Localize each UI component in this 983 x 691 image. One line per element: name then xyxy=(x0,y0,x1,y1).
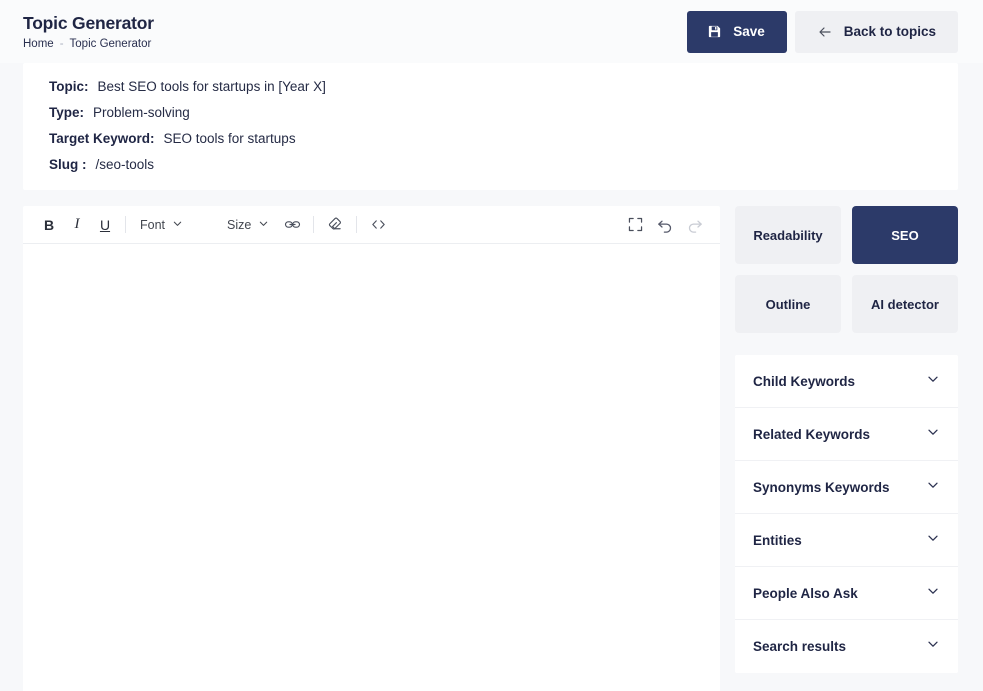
tab-outline[interactable]: Outline xyxy=(735,275,841,333)
breadcrumb-separator: - xyxy=(59,37,64,50)
meta-value: Problem-solving xyxy=(93,105,190,120)
chevron-down-icon xyxy=(172,218,183,232)
seo-accordion: Child Keywords Related Keywords Synonyms… xyxy=(735,355,958,673)
code-brackets-icon[interactable] xyxy=(363,211,393,239)
meta-row-topic: Topic: Best SEO tools for startups in [Y… xyxy=(49,79,958,94)
title-block: Topic Generator Home - Topic Generator xyxy=(23,13,154,50)
font-dropdown-label: Font xyxy=(140,217,166,232)
back-to-topics-label: Back to topics xyxy=(843,24,936,39)
editor-content-area[interactable] xyxy=(23,244,720,691)
italic-button[interactable]: I xyxy=(63,211,91,239)
meta-row-target-keyword: Target Keyword: SEO tools for startups xyxy=(49,131,958,146)
accordion-label: People Also Ask xyxy=(753,585,858,601)
page-header: Topic Generator Home - Topic Generator S… xyxy=(0,0,983,63)
meta-label: Topic: xyxy=(49,79,89,94)
link-icon[interactable] xyxy=(277,211,307,239)
accordion-item-entities[interactable]: Entities xyxy=(735,514,958,567)
toolbar-divider xyxy=(125,216,126,233)
toolbar-divider xyxy=(313,216,315,233)
toolbar-divider xyxy=(356,216,358,233)
editor-toolbar: B I U Font Size xyxy=(23,206,720,244)
analysis-tabs: Readability SEO Outline AI detector xyxy=(735,206,958,333)
rich-text-editor-card: B I U Font Size xyxy=(23,206,720,691)
tab-readability[interactable]: Readability xyxy=(735,206,841,264)
eraser-icon[interactable] xyxy=(320,211,350,239)
meta-row-type: Type: Problem-solving xyxy=(49,105,958,120)
meta-value: SEO tools for startups xyxy=(163,131,296,146)
breadcrumb: Home - Topic Generator xyxy=(23,38,154,50)
chevron-down-icon xyxy=(926,531,940,550)
chevron-down-icon xyxy=(926,478,940,497)
tab-ai-detector[interactable]: AI detector xyxy=(852,275,958,333)
accordion-label: Entities xyxy=(753,532,802,548)
accordion-label: Search results xyxy=(753,639,847,654)
meta-label: Target Keyword: xyxy=(49,131,155,146)
meta-value: /seo-tools xyxy=(95,157,155,172)
breadcrumb-current: Topic Generator xyxy=(69,37,152,50)
accordion-item-child-keywords[interactable]: Child Keywords xyxy=(735,355,958,408)
tab-seo[interactable]: SEO xyxy=(852,206,958,264)
meta-label: Slug : xyxy=(49,157,87,172)
accordion-item-synonyms-keywords[interactable]: Synonyms Keywords xyxy=(735,461,958,514)
font-size-dropdown[interactable]: Size xyxy=(219,211,277,239)
topic-metadata-card: Topic: Best SEO tools for startups in [Y… xyxy=(23,63,958,190)
underline-button[interactable]: U xyxy=(91,211,119,239)
fullscreen-icon[interactable] xyxy=(620,211,650,239)
accordion-item-people-also-ask[interactable]: People Also Ask xyxy=(735,567,958,620)
save-button[interactable]: Save xyxy=(687,10,787,53)
accordion-label: Synonyms Keywords xyxy=(753,479,890,495)
redo-icon[interactable] xyxy=(680,211,710,239)
chevron-down-icon xyxy=(258,218,269,232)
chevron-down-icon xyxy=(926,637,940,656)
meta-value: Best SEO tools for startups in [Year X] xyxy=(97,79,326,94)
meta-row-slug: Slug : /seo-tools xyxy=(49,157,958,172)
size-dropdown-label: Size xyxy=(227,217,252,232)
accordion-item-search-results[interactable]: Search results xyxy=(735,620,958,673)
bold-button[interactable]: B xyxy=(35,211,63,239)
chevron-down-icon xyxy=(926,584,940,603)
font-family-dropdown[interactable]: Font xyxy=(132,211,191,239)
arrow-left-icon xyxy=(817,24,833,40)
save-floppy-icon xyxy=(707,24,722,39)
breadcrumb-home[interactable]: Home xyxy=(23,38,54,50)
chevron-down-icon xyxy=(926,372,940,391)
accordion-item-related-keywords[interactable]: Related Keywords xyxy=(735,408,958,461)
analysis-side-panel: Readability SEO Outline AI detector Chil… xyxy=(735,206,958,673)
save-button-label: Save xyxy=(733,24,765,39)
meta-label: Type: xyxy=(49,105,85,120)
page-title: Topic Generator xyxy=(23,13,154,34)
header-actions: Save Back to topics xyxy=(687,10,958,53)
accordion-label: Related Keywords xyxy=(753,426,871,442)
accordion-label: Child Keywords xyxy=(753,373,856,389)
chevron-down-icon xyxy=(926,425,940,444)
undo-icon[interactable] xyxy=(650,211,680,239)
back-to-topics-button[interactable]: Back to topics xyxy=(794,10,958,53)
